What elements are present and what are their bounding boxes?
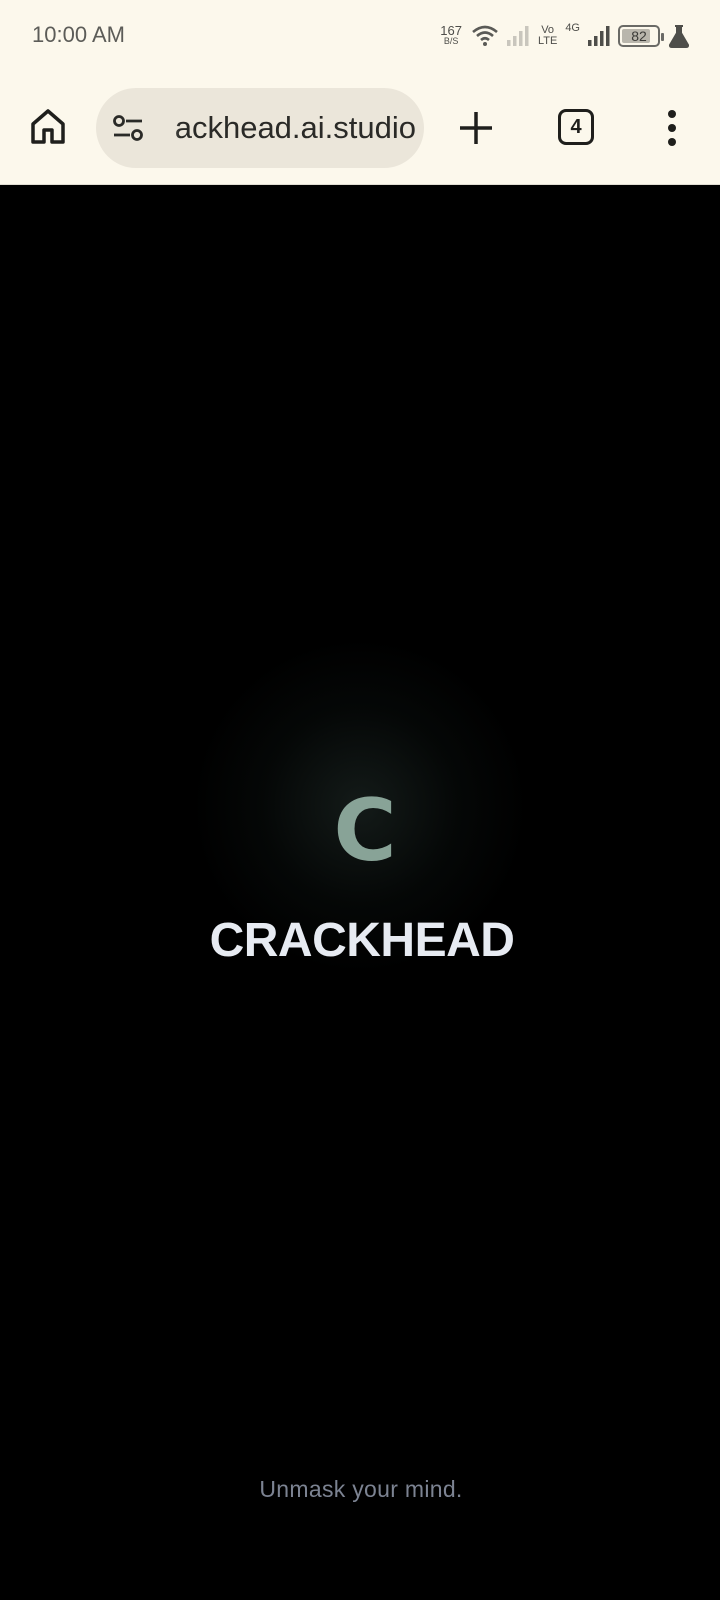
network-speed: 167 B/S [440, 23, 462, 47]
volte-bottom: LTE [537, 35, 558, 47]
url-text[interactable]: ackhead.ai.studio [154, 88, 416, 168]
address-bar[interactable]: ackhead.ai.studio [96, 88, 424, 168]
url-fade [150, 88, 180, 168]
network-speed-unit: B/S [443, 36, 459, 46]
status-bar: 10:00 AM 167 B/S Vo LTE 4G 82 [0, 0, 720, 72]
network-type: 4G [565, 22, 580, 34]
home-icon[interactable] [28, 106, 68, 146]
status-time: 10:00 AM [32, 22, 125, 47]
browser-toolbar: ackhead.ai.studio 4 [0, 72, 720, 185]
signal-weak-icon [506, 26, 529, 46]
more-vert-icon[interactable] [660, 108, 684, 148]
tab-switcher-button[interactable]: 4 [558, 109, 594, 145]
tune-icon[interactable] [112, 114, 144, 142]
web-content: C CRACKHEAD Unmask your mind. [0, 186, 720, 1600]
wifi-icon [472, 25, 498, 46]
plus-icon[interactable] [456, 108, 496, 148]
volte-indicator: Vo LTE [538, 25, 557, 47]
battery-level: 82 [631, 28, 647, 44]
flask-icon [668, 25, 690, 48]
signal-icon [588, 26, 610, 46]
tagline: Unmask your mind. [259, 1476, 463, 1502]
status-icons: 167 B/S Vo LTE 4G 82 [440, 20, 690, 52]
logo-letter: C [333, 781, 397, 881]
battery-icon: 82 [618, 25, 664, 47]
network-speed-value: 167 [440, 23, 462, 38]
brand-name: CRACKHEAD [209, 914, 515, 967]
